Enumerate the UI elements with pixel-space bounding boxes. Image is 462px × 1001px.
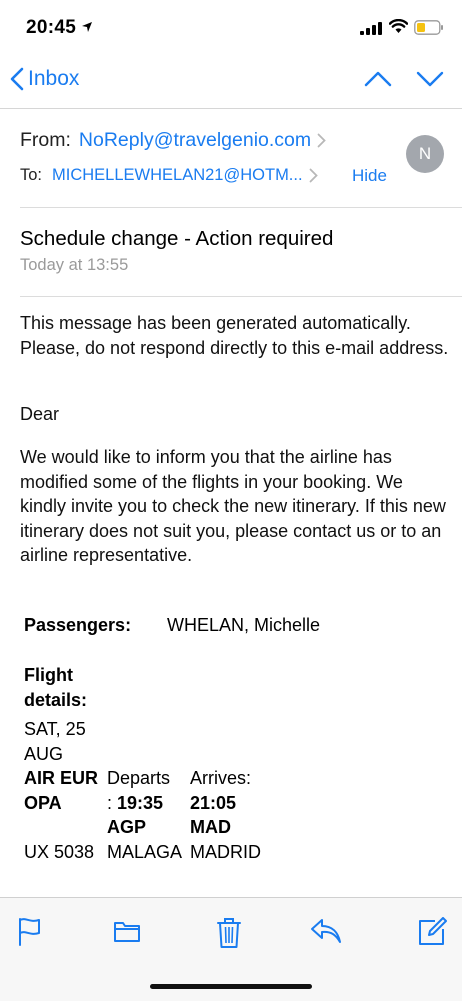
status-time: 20:45	[26, 17, 77, 38]
to-row[interactable]: To: MICHELLEWHELAN21@HOTM...	[20, 166, 400, 185]
chevron-left-icon	[10, 67, 24, 91]
previous-message-chevron-up-icon[interactable]	[364, 70, 392, 93]
airline-name: AIR EUROPA	[24, 768, 99, 813]
flag-icon[interactable]	[17, 917, 43, 952]
status-bar: 20:45	[0, 0, 462, 56]
wifi-icon	[388, 18, 409, 39]
chevron-right-icon	[317, 133, 326, 148]
trash-icon[interactable]	[216, 917, 242, 954]
arrives-label: Arrives:	[190, 768, 252, 788]
departure-city: MALAGA	[107, 842, 183, 862]
greeting: Dear	[20, 404, 60, 424]
auto-message-notice: This message has been generated automati…	[20, 313, 449, 358]
back-to-inbox-button[interactable]: Inbox	[10, 67, 79, 91]
reply-icon[interactable]	[310, 917, 342, 950]
departure-time: 19:35	[117, 793, 164, 813]
arrival-city: MADRID	[190, 842, 261, 862]
divider	[20, 207, 462, 208]
divider	[20, 296, 462, 297]
from-label: From:	[20, 129, 71, 151]
departure-time-row: : 19:35	[107, 791, 163, 816]
departure-airport-code: AGP	[107, 817, 147, 837]
cellular-signal-icon	[360, 22, 382, 40]
next-message-chevron-down-icon[interactable]	[416, 70, 444, 93]
departs-colon: :	[107, 793, 118, 813]
bottom-toolbar	[0, 897, 462, 1001]
hide-details-button[interactable]: Hide	[352, 166, 387, 186]
sender-address[interactable]: NoReply@travelgenio.com	[79, 129, 311, 152]
to-label: To:	[20, 166, 43, 184]
recipient-address[interactable]: MICHELLEWHELAN21@HOTM...	[52, 166, 303, 185]
departs-label: Departs	[107, 768, 171, 788]
folder-icon[interactable]	[113, 917, 141, 950]
arrival-time: 21:05	[190, 793, 237, 813]
email-date: Today at 13:55	[20, 256, 129, 274]
location-arrow-icon	[81, 20, 93, 38]
passengers-label: Passengers:	[24, 615, 132, 635]
passengers-value: WHELAN, Michelle	[167, 615, 321, 635]
body-paragraph: We would like to inform you that the air…	[20, 447, 446, 565]
back-label: Inbox	[28, 67, 80, 90]
email-subject: Schedule change - Action required	[20, 227, 334, 250]
battery-icon	[414, 20, 444, 40]
chevron-right-icon	[309, 168, 318, 183]
compose-icon[interactable]	[417, 917, 447, 952]
sender-avatar[interactable]: N	[406, 135, 444, 173]
flight-details-label: Flight details:	[24, 665, 88, 710]
home-indicator[interactable]	[150, 984, 312, 989]
nav-bar: Inbox	[0, 56, 462, 109]
flight-date: SAT, 25 AUG	[24, 719, 86, 764]
flight-number: UX 5038	[24, 842, 95, 862]
arrival-airport-code: MAD	[190, 817, 231, 837]
from-row[interactable]: From: NoReply@travelgenio.com	[20, 129, 326, 152]
